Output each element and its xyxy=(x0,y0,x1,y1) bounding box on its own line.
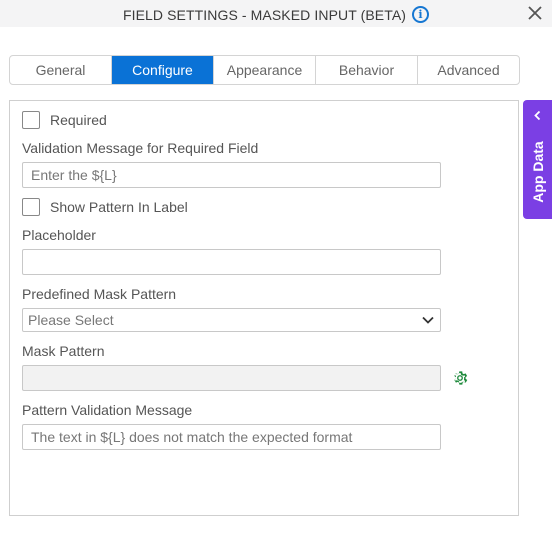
show-pattern-label: Show Pattern In Label xyxy=(50,199,188,215)
dialog-title: FIELD SETTINGS - MASKED INPUT (BETA) xyxy=(122,6,407,23)
tab-configure[interactable]: Configure xyxy=(112,56,214,84)
close-icon[interactable] xyxy=(526,4,544,22)
validation-message-placeholder: Enter the ${L} xyxy=(31,167,117,183)
dialog-header: FIELD SETTINGS - MASKED INPUT (BETA) i xyxy=(0,0,552,27)
validation-message-input[interactable]: Enter the ${L} xyxy=(22,162,441,188)
mask-pattern-label: Mask Pattern xyxy=(22,343,105,359)
placeholder-input[interactable] xyxy=(22,249,441,275)
pattern-validation-input[interactable]: The text in ${L} does not match the expe… xyxy=(22,424,441,450)
predefined-mask-label: Predefined Mask Pattern xyxy=(22,286,177,302)
mask-pattern-input xyxy=(22,365,441,391)
tab-general[interactable]: General xyxy=(10,56,112,84)
tab-bar: General Configure Appearance Behavior Ad… xyxy=(9,55,520,85)
app-data-label: App Data xyxy=(529,141,546,203)
gear-icon[interactable] xyxy=(451,369,469,387)
required-checkbox[interactable] xyxy=(22,111,40,129)
predefined-mask-value: Please Select xyxy=(28,312,114,328)
tab-appearance[interactable]: Appearance xyxy=(214,56,316,84)
chevron-left-icon xyxy=(534,110,541,121)
predefined-mask-select[interactable]: Please Select xyxy=(22,308,441,332)
tab-advanced[interactable]: Advanced xyxy=(418,56,519,84)
show-pattern-checkbox[interactable] xyxy=(22,198,40,216)
show-pattern-row: Show Pattern In Label xyxy=(22,198,188,216)
pattern-validation-placeholder: The text in ${L} does not match the expe… xyxy=(31,429,353,445)
configure-panel: Required Validation Message for Required… xyxy=(9,100,519,516)
required-label: Required xyxy=(50,112,107,128)
tab-behavior[interactable]: Behavior xyxy=(316,56,418,84)
pattern-validation-label: Pattern Validation Message xyxy=(22,402,193,418)
required-row: Required xyxy=(22,111,107,129)
info-icon[interactable]: i xyxy=(412,6,430,23)
placeholder-label: Placeholder xyxy=(22,227,96,243)
app-data-tab[interactable]: App Data xyxy=(523,100,552,219)
chevron-down-icon xyxy=(422,316,434,324)
validation-message-label: Validation Message for Required Field xyxy=(22,140,259,156)
